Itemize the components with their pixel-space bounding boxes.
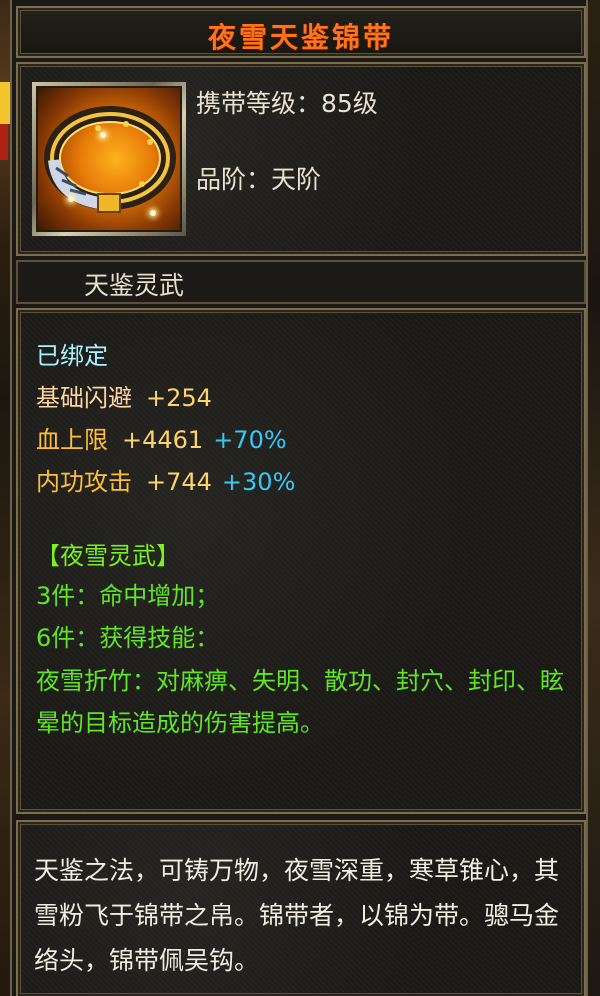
title-bar: 夜雪天鉴锦带 xyxy=(16,6,586,58)
flavor-text: 天鉴之法，可铸万物，夜雪深重，寒草锥心，其雪粉飞于锦带之帛。锦带者，以锦为带。骢… xyxy=(34,856,560,975)
set-series-row: 天鉴灵武 xyxy=(16,260,586,304)
carry-level: 携带等级：85级 xyxy=(196,89,378,118)
attribute-name: 基础闪避 xyxy=(36,384,132,412)
attribute-name: 内功攻击 xyxy=(36,468,132,496)
set-bonus-title: 【夜雪灵武】 xyxy=(36,542,180,570)
item-tooltip: 夜雪天鉴锦带 携带等级：85级 品阶：天阶 天鉴灵武 已绑定 基础闪避 +254… xyxy=(10,0,588,996)
attribute-base-value: +4461 xyxy=(122,426,204,454)
set-bonus-3-piece: 3件：命中增加； xyxy=(36,582,220,610)
golden-belt-icon xyxy=(36,86,182,232)
set-skill-description: 夜雪折竹：对麻痹、失明、散功、封穴、封印、眩晕的目标造成的伤害提高。 xyxy=(36,667,564,737)
set-series-label: 天鉴灵武 xyxy=(84,271,185,300)
attribute-row: 内功攻击 +744 +30% xyxy=(36,462,295,497)
attribute-bonus-value: +30% xyxy=(221,468,296,496)
item-grade: 品阶：天阶 xyxy=(196,165,322,194)
attribute-row: 血上限 +4461 +70% xyxy=(36,420,287,455)
bound-status: 已绑定 xyxy=(36,342,108,370)
item-name: 夜雪天鉴锦带 xyxy=(207,21,394,54)
attribute-row: 基础闪避 +254 xyxy=(36,378,212,413)
set-bonus-6-piece: 6件：获得技能： xyxy=(36,624,220,652)
background-decoration xyxy=(0,124,8,160)
item-header-panel: 携带等级：85级 品阶：天阶 xyxy=(16,62,586,256)
item-icon-frame xyxy=(32,82,186,236)
background-decoration xyxy=(0,82,10,124)
attribute-bonus-value: +70% xyxy=(213,426,287,454)
attribute-base-value: +744 xyxy=(146,468,212,496)
attribute-base-value: +254 xyxy=(146,384,212,412)
flavor-text-panel: 天鉴之法，可铸万物，夜雪深重，寒草锥心，其雪粉飞于锦带之帛。锦带者，以锦为带。骢… xyxy=(16,820,586,996)
attribute-name: 血上限 xyxy=(36,426,108,454)
attributes-panel: 已绑定 基础闪避 +254 血上限 +4461 +70% 内功攻击 +744 +30% 【… xyxy=(16,308,586,814)
